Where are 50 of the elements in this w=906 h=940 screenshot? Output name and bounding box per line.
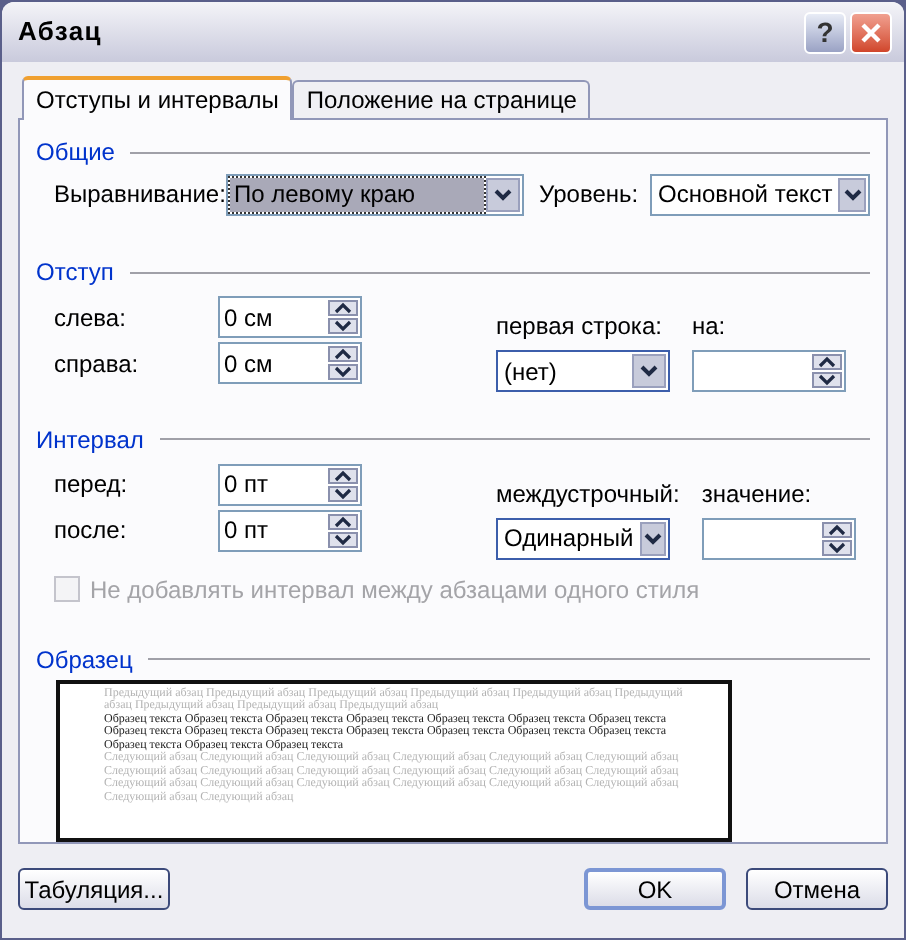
dropdown[interactable]: По левому краю — [226, 173, 524, 216]
ok-button[interactable]: OK — [584, 868, 726, 910]
spin-down-icon[interactable] — [328, 531, 358, 548]
field-label: междустрочный: — [496, 477, 680, 512]
section-heading: Интервал — [36, 423, 144, 458]
section-heading: Общие — [36, 136, 115, 170]
cancel-button[interactable]: Отмена — [746, 868, 888, 910]
spin-down-icon[interactable] — [821, 539, 852, 556]
spin-up-icon[interactable] — [812, 354, 842, 371]
spin-down-icon[interactable] — [328, 364, 358, 381]
tab[interactable]: Отступы и интервалы — [22, 76, 293, 120]
spin-down-icon[interactable] — [328, 318, 358, 335]
chevron-down-icon — [843, 187, 862, 202]
spin-field[interactable]: 0 см — [218, 296, 362, 339]
field-label: после: — [54, 514, 129, 549]
field-label: справа: — [54, 347, 141, 382]
spin-up-icon[interactable] — [821, 521, 852, 538]
close-icon — [860, 21, 882, 43]
spin-field[interactable]: 0 см — [218, 342, 362, 385]
spin-field[interactable]: 0 пт — [218, 463, 362, 506]
spin-field[interactable] — [692, 350, 846, 393]
help-button[interactable]: ? — [804, 11, 846, 53]
spin-down-icon[interactable] — [812, 372, 842, 389]
spin-field[interactable]: 0 пт — [218, 509, 362, 552]
chevron-down-icon — [493, 187, 512, 202]
chevron-down-icon — [640, 364, 658, 379]
spin-up-icon[interactable] — [328, 513, 358, 530]
spin-down-icon[interactable] — [328, 485, 358, 502]
chevron-down-icon — [643, 531, 662, 546]
spin-up-icon[interactable] — [328, 300, 358, 317]
spin-up-icon[interactable] — [328, 346, 358, 363]
tabs-button[interactable]: Табуляция... — [18, 868, 170, 910]
tab[interactable]: Положение на странице — [292, 80, 591, 118]
spin-up-icon[interactable] — [328, 467, 358, 484]
dropdown[interactable]: Одинарный — [496, 517, 670, 560]
window-title: Абзац — [18, 14, 104, 51]
dropdown[interactable]: (нет) — [496, 350, 670, 393]
field-label: на: — [692, 310, 728, 345]
field-label: значение: — [701, 477, 814, 512]
spin-field[interactable] — [701, 517, 856, 560]
section-heading: Отступ — [36, 256, 114, 291]
checkbox-label: Не добавлять интервал между абзацами одного стиля — [90, 573, 700, 608]
close-button[interactable] — [850, 11, 892, 53]
field-label: первая строка: — [496, 310, 664, 345]
section-heading: Образец — [36, 643, 133, 677]
field-label: Выравнивание: — [54, 178, 226, 213]
field-label: слева: — [54, 301, 128, 336]
field-label: Уровень: — [539, 178, 641, 213]
field-label: перед: — [54, 468, 130, 503]
dropdown[interactable]: Основной текст — [650, 173, 870, 216]
